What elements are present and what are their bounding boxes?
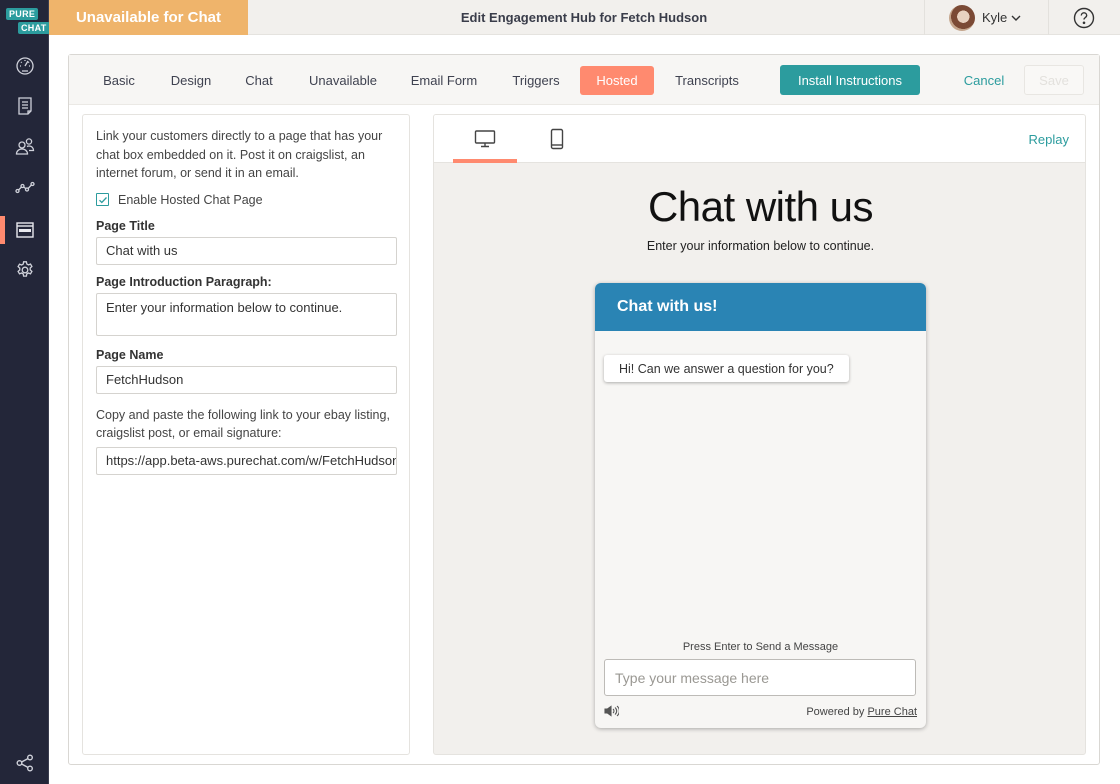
sidebar-item-engagement-hubs[interactable] [0, 215, 49, 245]
tab-hosted[interactable]: Hosted [580, 66, 654, 95]
preview-toolbar: Replay [434, 115, 1085, 163]
mobile-icon [550, 128, 564, 150]
hosted-link-input[interactable]: https://app.beta-aws.purechat.com/w/Fetc… [96, 446, 397, 475]
speedometer-icon [15, 57, 34, 75]
tab-design[interactable]: Design [161, 66, 221, 95]
sidebar: PURE CHAT [0, 0, 50, 784]
desktop-preview-tab[interactable] [453, 115, 517, 163]
page-name-input[interactable]: FetchHudson [96, 365, 397, 394]
user-menu[interactable]: Kyle [924, 0, 1049, 35]
replay-link[interactable]: Replay [1029, 115, 1069, 163]
tab-transcripts[interactable]: Transcripts [667, 66, 747, 95]
sidebar-item-transcripts[interactable] [0, 91, 49, 121]
graph-icon [14, 181, 35, 194]
chevron-down-icon [1011, 15, 1021, 21]
enable-hosted-label: Enable Hosted Chat Page [118, 192, 263, 207]
hosted-page-preview: Replay Chat with us Enter your informati… [433, 114, 1086, 755]
pure-chat-link[interactable]: Pure Chat [867, 706, 917, 718]
sidebar-item-analytics[interactable] [0, 172, 49, 202]
tab-unavailable[interactable]: Unavailable [299, 66, 387, 95]
page-title-input[interactable]: Chat with us [96, 236, 397, 265]
install-instructions-button[interactable]: Install Instructions [780, 65, 920, 95]
powered-by: Powered by Pure Chat [806, 706, 917, 718]
browser-window-icon [15, 222, 34, 238]
powered-by-prefix: Powered by [806, 706, 865, 718]
enable-hosted-row[interactable]: Enable Hosted Chat Page [96, 193, 396, 207]
page-title-label: Page Title [96, 218, 155, 233]
avatar [949, 4, 975, 31]
engagement-hub-editor: Basic Design Chat Unavailable Email Form… [68, 54, 1100, 765]
logo-line1: PURE [6, 8, 39, 20]
desktop-icon [474, 130, 496, 148]
page-name-label: Page Name [96, 347, 164, 362]
message-input[interactable]: Type your message here [604, 659, 916, 696]
chat-widget-header: Chat with us! [595, 283, 926, 331]
tab-chat[interactable]: Chat [237, 66, 281, 95]
top-bar: Unavailable for Chat Edit Engagement Hub… [49, 0, 1120, 35]
document-icon [17, 97, 32, 115]
link-help-text: Copy and paste the following link to you… [96, 407, 390, 441]
sidebar-item-share[interactable] [0, 748, 49, 778]
intro-paragraph-textarea[interactable]: Enter your information below to continue… [96, 292, 397, 336]
gear-icon [16, 261, 33, 277]
chat-widget-preview: Chat with us! Hi! Can we answer a questi… [595, 283, 926, 728]
checkmark-icon [98, 196, 107, 203]
tab-basic[interactable]: Basic [91, 66, 147, 95]
sidebar-item-settings[interactable] [0, 255, 49, 285]
question-circle-icon[interactable] [1073, 7, 1095, 29]
tab-email-form[interactable]: Email Form [403, 66, 485, 95]
cancel-button[interactable]: Cancel [949, 65, 1019, 95]
user-name: Kyle [982, 10, 1008, 25]
hosted-settings-form: Link your customers directly to a page t… [82, 114, 410, 755]
logo-line2: CHAT [18, 22, 50, 34]
hosted-page-subtitle: Enter your information below to continue… [646, 239, 875, 253]
tab-triggers[interactable]: Triggers [503, 66, 569, 95]
page-title: Edit Engagement Hub for Fetch Hudson [460, 10, 708, 25]
sidebar-item-dashboard[interactable] [0, 51, 49, 81]
press-enter-hint: Press Enter to Send a Message [682, 641, 839, 653]
users-icon [15, 138, 34, 155]
mobile-preview-tab[interactable] [525, 115, 589, 163]
share-icon [16, 754, 33, 772]
tab-bar: Basic Design Chat Unavailable Email Form… [69, 55, 1099, 105]
greeting-message: Hi! Can we answer a question for you? [604, 355, 849, 382]
availability-status-button[interactable]: Unavailable for Chat [49, 0, 248, 35]
enable-hosted-checkbox[interactable] [96, 193, 109, 206]
sidebar-item-contacts[interactable] [0, 131, 49, 161]
hosted-intro-text: Link your customers directly to a page t… [96, 129, 383, 180]
intro-paragraph-label: Page Introduction Paragraph: [96, 274, 272, 289]
speaker-icon[interactable] [604, 705, 619, 717]
save-button[interactable]: Save [1024, 65, 1084, 95]
pure-chat-logo[interactable]: PURE CHAT [6, 8, 50, 36]
hosted-page-title: Chat with us [647, 183, 874, 230]
